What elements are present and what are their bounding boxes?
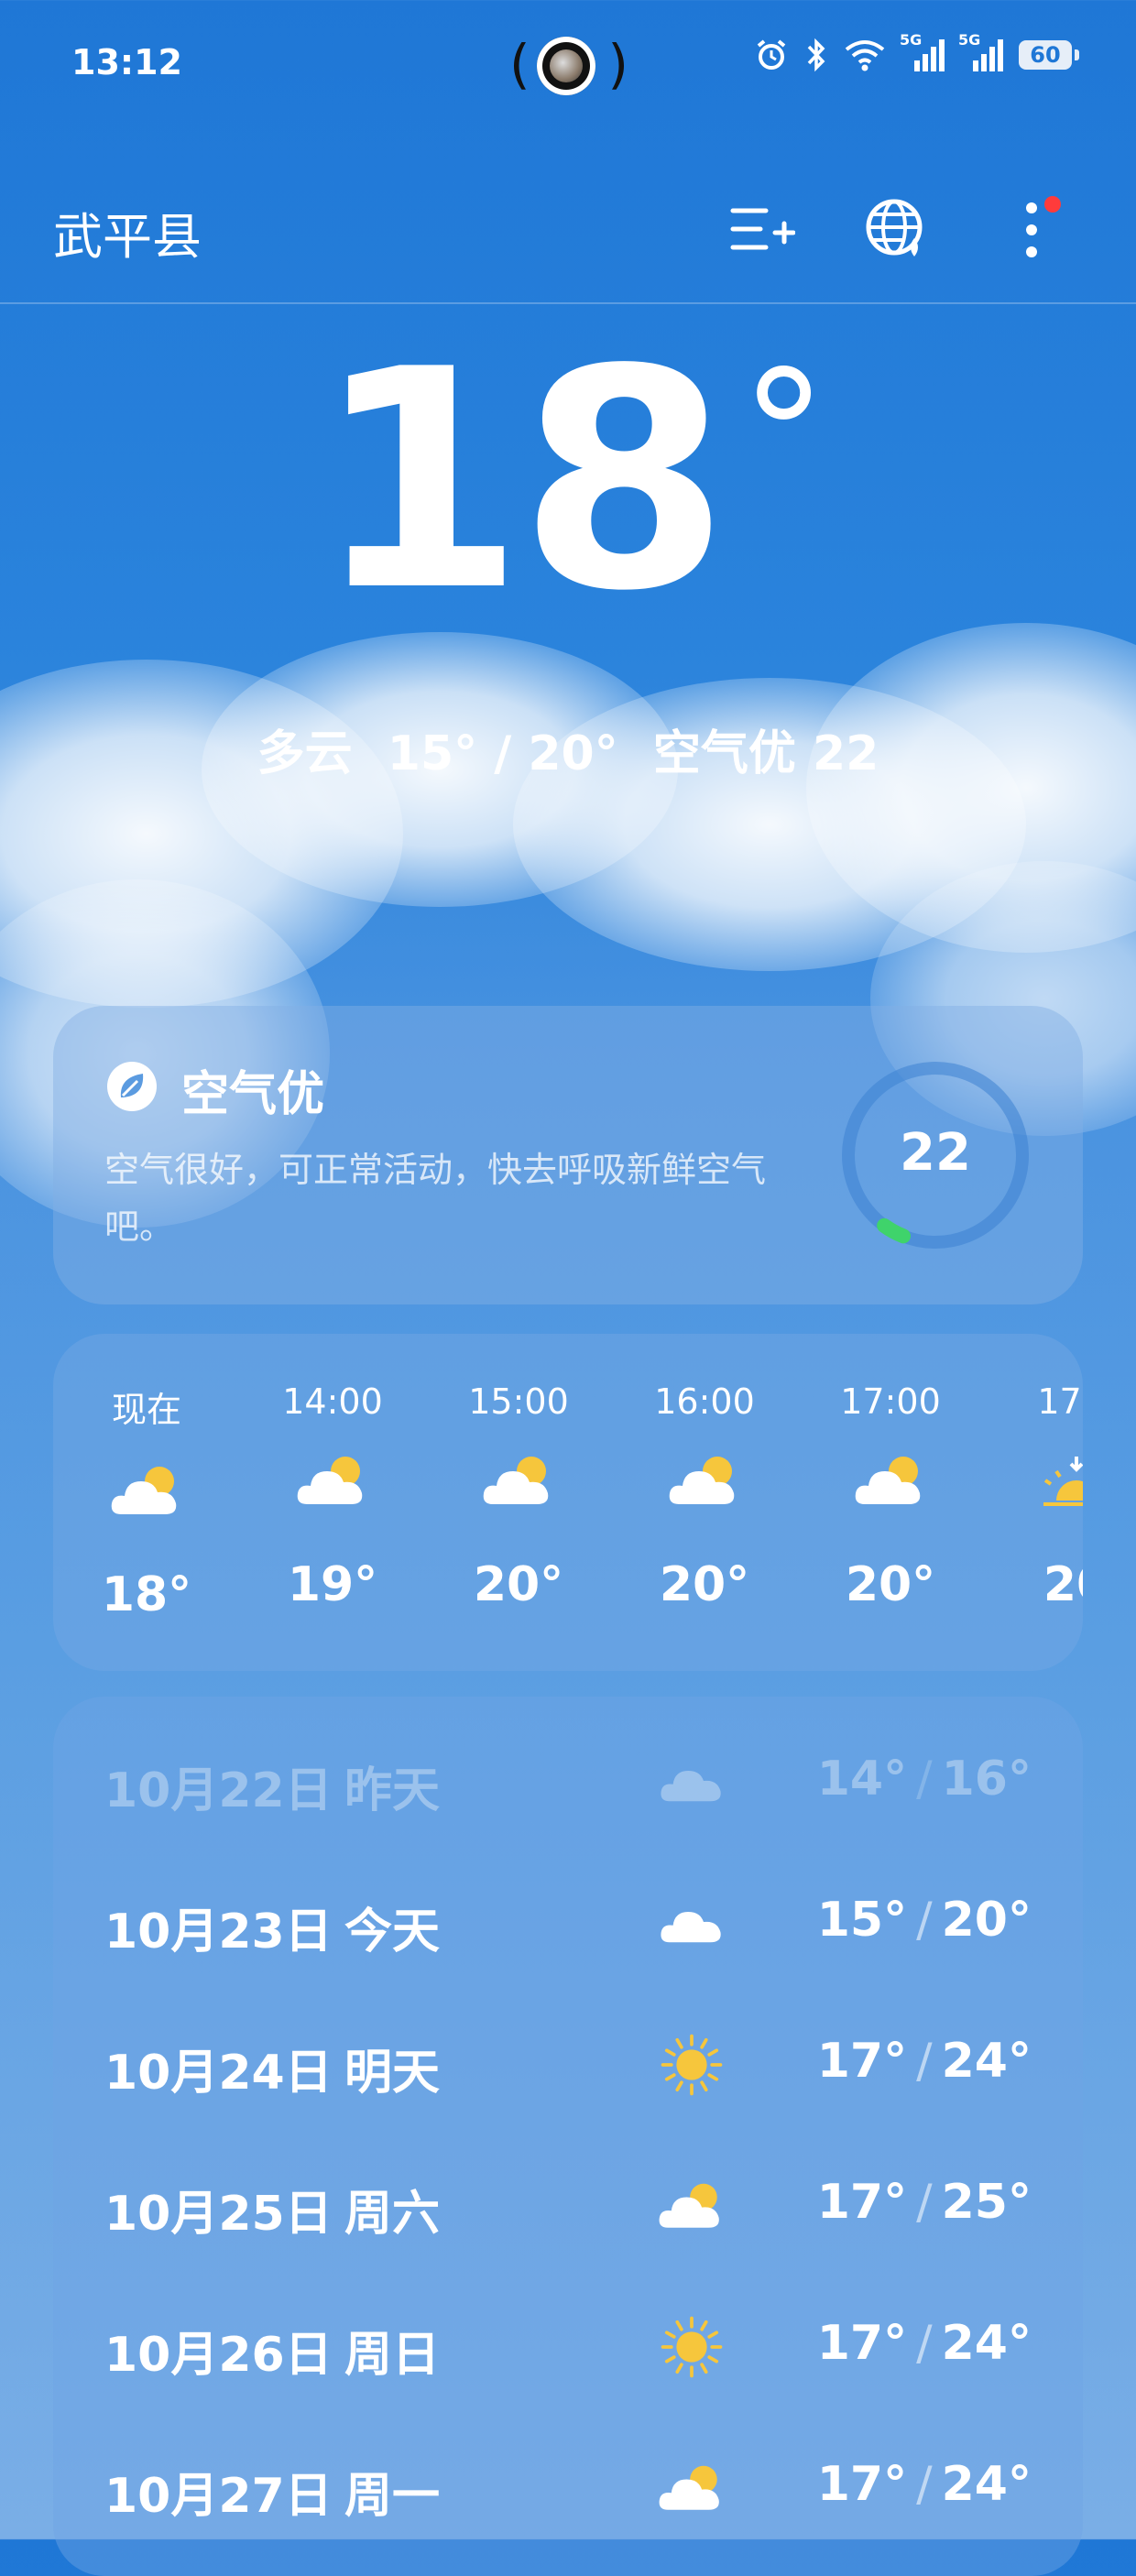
list-add-icon <box>730 208 795 250</box>
status-icons: 5G 5G 60 <box>753 33 1079 73</box>
daily-row[interactable]: 10月24日 明天 17°/24° <box>104 2028 1032 2101</box>
app-header: 武平县 <box>0 137 1136 304</box>
daily-date: 10月24日 <box>104 2046 333 2101</box>
daily-date: 10月23日 <box>104 1905 333 1959</box>
current-range: 15° / 20° <box>387 726 618 781</box>
partly-cloudy-icon <box>464 1453 573 1517</box>
hourly-item: 16:00 20° <box>650 1381 759 1612</box>
hourly-temp: 20° <box>845 1557 936 1612</box>
hourly-item: 15:00 20° <box>464 1381 573 1612</box>
more-menu-button[interactable] <box>995 192 1068 266</box>
front-camera: ( ) <box>509 33 628 95</box>
hourly-temp: 20 <box>1043 1557 1083 1612</box>
more-vertical-icon <box>1026 202 1037 257</box>
cloudy-icon <box>650 1746 733 1819</box>
hourly-item: 17:00 20° <box>836 1381 945 1612</box>
daily-day: 明天 <box>344 2046 441 2101</box>
alarm-icon <box>753 37 790 73</box>
bluetooth-icon <box>804 37 828 73</box>
daily-row[interactable]: 10月22日 昨天 14°/16° <box>104 1746 1032 1819</box>
hourly-temp: 18° <box>101 1567 192 1622</box>
current-air-quality[interactable]: 空气优 22 <box>653 726 879 781</box>
air-quality-card[interactable]: 空气优 空气很好，可正常活动，快去呼吸新鲜空气吧。 22 <box>53 1006 1083 1304</box>
wifi-icon <box>843 37 887 73</box>
daily-day: 今天 <box>344 1905 441 1959</box>
current-summary: 多云 15° / 20° 空气优 22 <box>0 715 1136 783</box>
hourly-item: 现在 18° <box>92 1381 202 1622</box>
daily-date: 10月22日 <box>104 1763 333 1818</box>
daily-temp-range: 14°/16° <box>816 1752 1032 1806</box>
global-weather-button[interactable] <box>859 192 933 266</box>
hourly-forecast[interactable]: 现在 18° 14:00 19° 15:00 20° 16:00 20° 17:… <box>53 1334 1083 1671</box>
sunny-icon <box>650 2028 733 2101</box>
daily-day: 周日 <box>344 2328 441 2383</box>
manage-cities-button[interactable] <box>726 192 799 266</box>
daily-date: 10月25日 <box>104 2187 333 2242</box>
daily-day: 昨天 <box>344 1763 441 1818</box>
current-condition: 多云 <box>257 726 353 781</box>
current-temperature: 18° <box>313 305 827 657</box>
daily-forecast[interactable]: 10月22日 昨天 14°/16° 10月23日 今天 15°/20° 10月2… <box>53 1697 1083 2576</box>
hourly-time: 现在 <box>111 1390 181 1430</box>
notification-dot <box>1044 196 1061 213</box>
hourly-time: 16:00 <box>654 1381 755 1422</box>
hourly-item: 17:4 20 <box>1021 1381 1083 1612</box>
daily-day: 周一 <box>344 2469 441 2524</box>
daily-row[interactable]: 10月25日 周六 17°/25° <box>104 2169 1032 2243</box>
signal-icon-1: 5G <box>900 33 945 73</box>
hourly-time: 14:00 <box>282 1381 383 1422</box>
daily-day: 周六 <box>344 2187 441 2242</box>
sunset-icon <box>1021 1453 1083 1517</box>
hourly-temp: 20° <box>659 1557 750 1612</box>
hourly-time: 17:4 <box>1037 1381 1083 1422</box>
aqi-value: 22 <box>900 1123 971 1183</box>
daily-row[interactable]: 10月27日 周一 17°/24° <box>104 2451 1032 2525</box>
partly-cloudy-icon <box>650 2451 733 2525</box>
daily-temp-range: 17°/24° <box>816 2034 1032 2089</box>
daily-temp-range: 15°/20° <box>816 1893 1032 1948</box>
cloudy-icon <box>650 1887 733 1960</box>
globe-icon <box>866 199 923 257</box>
city-name[interactable]: 武平县 <box>53 196 202 268</box>
daily-date: 10月27日 <box>104 2469 333 2524</box>
daily-temp-range: 17°/24° <box>816 2316 1032 2371</box>
status-time: 13:12 <box>71 42 182 82</box>
signal-icon-2: 5G <box>958 33 1004 73</box>
aqi-gauge: 22 <box>839 1059 1032 1251</box>
battery-icon: 60 <box>1019 40 1079 70</box>
sunny-icon <box>650 2310 733 2384</box>
partly-cloudy-icon <box>650 2169 733 2243</box>
partly-cloudy-icon <box>278 1453 388 1517</box>
daily-date: 10月26日 <box>104 2328 333 2383</box>
hourly-temp: 19° <box>287 1557 378 1612</box>
daily-temp-range: 17°/25° <box>816 2175 1032 2230</box>
partly-cloudy-icon <box>836 1453 945 1517</box>
daily-temp-range: 17°/24° <box>816 2457 1032 2512</box>
hourly-time: 17:00 <box>840 1381 941 1422</box>
hourly-time: 15:00 <box>468 1381 569 1422</box>
leaf-icon <box>106 1061 158 1112</box>
partly-cloudy-icon <box>650 1453 759 1517</box>
hourly-temp: 20° <box>473 1557 564 1612</box>
partly-cloudy-icon <box>92 1463 202 1527</box>
hourly-item: 14:00 19° <box>278 1381 388 1612</box>
air-quality-description: 空气很好，可正常活动，快去呼吸新鲜空气吧。 <box>104 1150 767 1247</box>
status-bar: 13:12 ( ) 5G 5G 60 <box>0 0 1136 137</box>
daily-row[interactable]: 10月23日 今天 15°/20° <box>104 1887 1032 1960</box>
air-quality-title: 空气优 <box>181 1067 325 1122</box>
daily-row[interactable]: 10月26日 周日 17°/24° <box>104 2310 1032 2384</box>
